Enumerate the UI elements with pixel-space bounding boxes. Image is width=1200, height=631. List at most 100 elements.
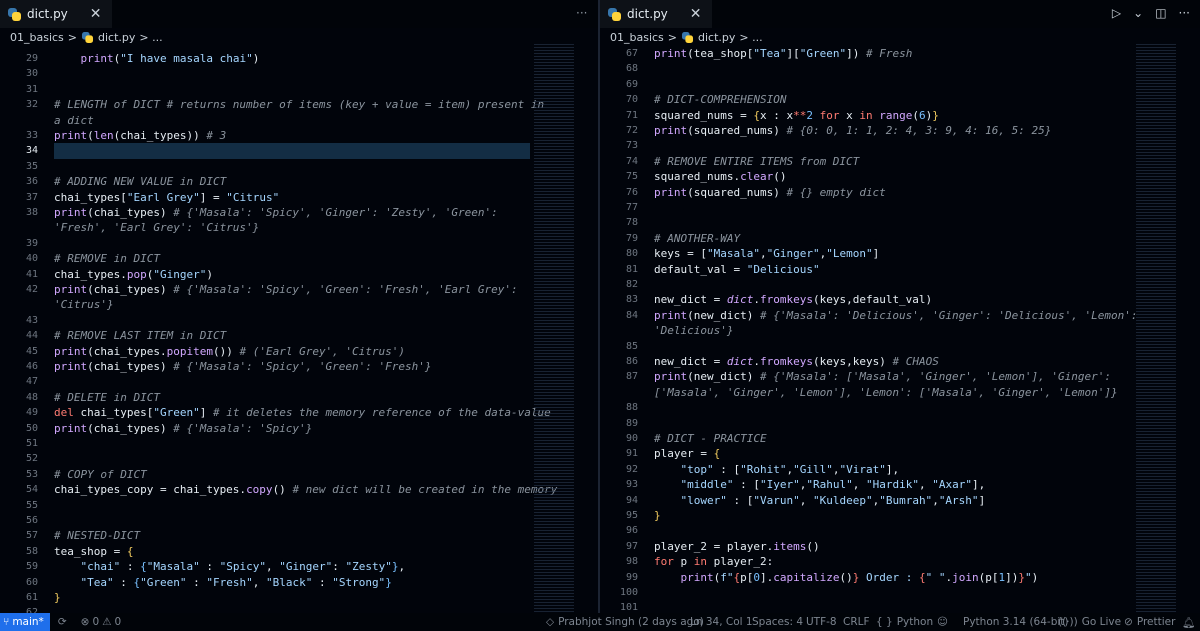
code-line[interactable]: 46 print(chai_types) # {'Masala': 'Spicy'… [0,359,530,374]
code-line[interactable]: 92 "top" : ["Rohit","Gill","Virat"], [600,462,1132,477]
code-line[interactable]: 50 print(chai_types) # {'Masala': 'Spicy'… [0,421,530,436]
code-line[interactable]: 94 "lower" : ["Varun", "Kuldeep","Bumrah… [600,493,1132,508]
tab-actions-more-icon[interactable]: ··· [576,6,587,20]
code-line[interactable]: 84 print(new_dict) # {'Masala': 'Deliciou… [600,308,1138,323]
tab-dict-py-left[interactable]: dict.py ✕ [0,0,112,28]
run-dropdown-icon[interactable]: ⌄ [1133,6,1143,20]
python-interpreter[interactable]: Python 3.14 (64-bit) [963,613,1069,631]
minimap-left[interactable] [534,44,590,613]
code-line[interactable]: 59 "chai" : {"Masala" : "Spicy", "Ginger… [0,559,530,574]
breadcrumb-file[interactable]: dict.py [698,31,735,44]
code-line[interactable]: 96 [600,523,1132,538]
breadcrumb-more[interactable]: > ... [739,31,762,44]
code-line[interactable]: 61} [0,590,530,605]
code-line[interactable]: 88 [600,400,1132,415]
code-line[interactable]: 36 # ADDING NEW VALUE in DICT [0,174,530,189]
minimap-right[interactable] [1136,44,1192,613]
code-line[interactable]: 87 print(new_dict) # {'Masala': ['Masala'… [600,369,1132,384]
close-icon[interactable]: ✕ [690,6,702,22]
cursor-position[interactable]: Ln 34, Col 1 [690,613,753,631]
code-line[interactable]: 51 [0,436,530,451]
code-line[interactable]: 90 # DICT - PRACTICE [600,431,1132,446]
code-line[interactable]: 100 [600,585,1132,600]
code-line[interactable]: 33 print(len(chai_types)) # 3 [0,128,530,143]
code-line[interactable]: 75 squared_nums.clear() [600,169,1132,184]
code-line[interactable]: 86 new_dict = dict.fromkeys(keys,keys) # … [600,354,1132,369]
breadcrumb-file[interactable]: dict.py [98,31,135,44]
close-icon[interactable]: ✕ [90,6,102,22]
code-line[interactable]: 38 print(chai_types) # {'Masala': 'Spicy'… [0,205,530,220]
code-line[interactable]: 39 [0,236,530,251]
code-line[interactable]: 68 [600,61,1132,76]
code-line[interactable]: 71 squared_nums = {x : x**2 for x in rang… [600,108,1132,123]
code-line[interactable]: 57 # NESTED-DICT [0,528,530,543]
code-line[interactable]: 'Citrus'} [0,297,530,312]
tab-dict-py-right[interactable]: dict.py ✕ [600,0,712,28]
code-line[interactable]: 43 [0,313,530,328]
code-line[interactable]: 41 chai_types.pop("Ginger") [0,267,530,282]
sync-icon[interactable]: ⟳ [58,616,67,628]
code-line[interactable]: 95} [600,508,1132,523]
code-line[interactable]: 76 print(squared_nums) # {} empty dict [600,185,1132,200]
code-line[interactable]: 'Fresh', 'Earl Grey': 'Citrus'} [0,220,530,235]
code-line[interactable]: 89 [600,416,1132,431]
code-line[interactable]: 62 [0,605,530,613]
code-line[interactable]: 55 [0,498,530,513]
indentation[interactable]: Spaces: 4 [752,613,803,631]
code-line[interactable]: 60 "Tea" : {"Green" : "Fresh", "Black" :… [0,575,530,590]
code-line[interactable]: 40 # REMOVE in DICT [0,251,530,266]
code-line[interactable]: 47 [0,374,530,389]
breadcrumb-folder[interactable]: 01_basics [610,31,664,44]
code-line[interactable]: 37 chai_types["Earl Grey"] = "Citrus" [0,190,530,205]
code-line[interactable]: 70 # DICT-COMPREHENSION [600,92,1132,107]
code-line[interactable]: 35 [0,159,530,174]
prettier-button[interactable]: ⊘ Prettier [1124,613,1175,631]
split-editor-icon[interactable]: ◫ [1155,6,1166,20]
code-line[interactable]: 98 for p in player_2: [600,554,1132,569]
code-line[interactable]: 73 [600,138,1132,153]
code-line[interactable]: 81 default_val = "Delicious" [600,262,1132,277]
code-line[interactable]: a dict [0,113,530,128]
code-line[interactable]: 44 # REMOVE LAST ITEM in DICT [0,328,530,343]
copilot-icon[interactable]: ☺ [937,613,948,631]
code-line[interactable]: 42 print(chai_types) # {'Masala': 'Spicy'… [0,282,530,297]
code-line[interactable]: 52 [0,451,530,466]
git-blame[interactable]: ◇ Prabhjot Singh (2 days ago) [546,613,704,631]
code-line[interactable]: 32 # LENGTH of DICT # returns number of i… [0,97,544,112]
code-line[interactable]: 'Delicious'} [600,323,1132,338]
code-line[interactable]: 80 keys = ["Masala","Ginger","Lemon"] [600,246,1132,261]
code-line[interactable]: 85 [600,339,1132,354]
code-line[interactable]: 67 print(tea_shop["Tea"]["Green"]) # Fres… [600,46,1132,61]
language-mode[interactable]: { } Python [876,613,933,631]
code-line[interactable]: 82 [600,277,1132,292]
code-line[interactable]: 45 print(chai_types.popitem()) # ('Earl G… [0,344,530,359]
problems-indicator[interactable]: ⊗ 0 ⚠ 0 [81,616,122,628]
code-line[interactable]: 58 tea_shop = { [0,544,530,559]
end-of-line[interactable]: CRLF [843,613,870,631]
code-line[interactable]: 93 "middle" : ["Iyer","Rahul", "Hardik",… [600,477,1132,492]
code-line[interactable]: 79 # ANOTHER-WAY [600,231,1132,246]
run-icon[interactable]: ▷ [1112,6,1121,20]
code-line[interactable]: 83 new_dict = dict.fromkeys(keys,default_… [600,292,1132,307]
code-line[interactable]: 34 [0,143,530,158]
code-line[interactable]: 54 chai_types_copy = chai_types.copy() # … [0,482,557,497]
breadcrumb-more[interactable]: > ... [139,31,162,44]
code-line[interactable]: 78 [600,215,1132,230]
code-line[interactable]: 74 # REMOVE ENTIRE ITEMS from DICT [600,154,1132,169]
code-line[interactable]: 72 print(squared_nums) # {0: 0, 1: 1, 2: … [600,123,1132,138]
code-editor-left[interactable]: 29 print("I have masala chai") 30 31 32 # LE… [0,46,598,613]
code-line[interactable]: ['Masala', 'Ginger', 'Lemon'], 'Lemon': … [600,385,1132,400]
notifications-bell-icon[interactable]: 🔔︎ [1182,613,1195,631]
code-line[interactable]: 101 [600,600,1132,613]
code-line[interactable]: 77 [600,200,1132,215]
code-line[interactable]: 69 [600,77,1132,92]
code-line[interactable]: 31 [0,82,530,97]
code-line[interactable]: 53 # COPY of DICT [0,467,530,482]
code-line[interactable]: 56 [0,513,530,528]
go-live-button[interactable]: ((·)) Go Live [1058,613,1121,631]
code-line[interactable]: 49 del chai_types["Green"] # it deletes t… [0,405,551,420]
code-line[interactable]: 91 player = { [600,446,1132,461]
more-actions-icon[interactable]: ··· [1179,6,1190,20]
code-line[interactable]: 48 # DELETE in DICT [0,390,530,405]
code-editor-right[interactable]: 67 print(tea_shop["Tea"]["Green"]) # Fres… [600,46,1200,613]
